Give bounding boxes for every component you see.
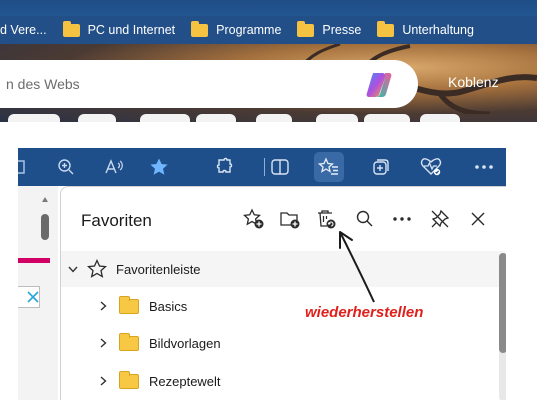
favorites-list-icon[interactable] — [314, 152, 344, 182]
browser-essentials-icon[interactable] — [416, 152, 446, 182]
tree-item-label: Bildvorlagen — [149, 335, 221, 351]
tile-stub — [196, 114, 236, 122]
zoom-in-icon[interactable] — [51, 152, 81, 182]
search-input[interactable]: n des Webs — [0, 60, 418, 108]
tree-item-bildvorlagen[interactable]: Bildvorlagen — [61, 325, 506, 361]
favorites-star-icon[interactable] — [144, 152, 174, 182]
search-input-text: n des Webs — [6, 76, 80, 92]
favorites-bar-item-label: d Vere... — [0, 23, 47, 37]
tile-stub — [256, 114, 292, 122]
favorites-panel-screenshot: Favoriten Favoritenleiste Basics Bildvor… — [18, 148, 506, 400]
tile-stub — [78, 114, 116, 122]
tile-row-edge — [0, 114, 537, 122]
chevron-right-icon[interactable] — [97, 375, 109, 387]
tile-stub — [316, 114, 358, 122]
chevron-right-icon[interactable] — [97, 337, 109, 349]
tree-item-label: Favoritenleiste — [116, 261, 201, 277]
browser-header-screenshot: d Vere... PC und Internet Programme Pres… — [0, 0, 537, 122]
folder-icon — [377, 20, 395, 37]
folder-icon — [62, 20, 80, 37]
collections-icon[interactable] — [366, 152, 396, 182]
favorites-panel: Favoriten Favoritenleiste Basics Bildvor… — [60, 186, 506, 400]
close-icon[interactable] — [464, 205, 492, 233]
favorites-bar-item-label: Programme — [216, 23, 282, 37]
folder-icon — [119, 370, 139, 389]
split-screen-icon[interactable] — [265, 152, 295, 182]
tree-item-basics[interactable]: Basics — [61, 288, 506, 324]
folder-icon — [191, 20, 209, 37]
tree-item-label: Rezeptewelt — [149, 373, 221, 389]
page-scrollbar[interactable] — [40, 194, 50, 400]
favorites-bar-item[interactable]: Presse — [289, 16, 369, 44]
tree-item-label: Basics — [149, 298, 188, 314]
tile-stub — [8, 114, 60, 122]
add-favorite-icon[interactable] — [240, 205, 268, 233]
unpin-icon[interactable] — [426, 205, 454, 233]
annotation-label: wiederherstellen — [305, 304, 424, 321]
favorites-bar-item[interactable]: Programme — [183, 16, 289, 44]
folder-icon — [119, 332, 139, 351]
more-icon[interactable] — [469, 152, 499, 182]
close-icon[interactable] — [26, 290, 40, 304]
panel-scrollbar-thumb[interactable] — [499, 253, 506, 353]
favorites-bar-item[interactable]: d Vere... — [0, 16, 55, 44]
favorites-bar: d Vere... PC und Internet Programme Pres… — [0, 16, 537, 44]
favorites-bar-item-label: PC und Internet — [87, 23, 176, 37]
folder-icon — [297, 20, 315, 37]
favorites-bar-item-label: Presse — [322, 23, 362, 37]
browser-toolbar — [18, 148, 506, 186]
chevron-right-icon[interactable] — [97, 300, 109, 312]
page-accent-bar — [18, 258, 50, 263]
weather-location[interactable]: Koblenz — [448, 74, 499, 90]
tile-stub — [140, 114, 190, 122]
tile-stub — [364, 114, 410, 122]
extensions-icon[interactable] — [210, 152, 240, 182]
tree-item-favoritenleiste[interactable]: Favoritenleiste — [61, 251, 506, 287]
folder-icon — [119, 295, 139, 314]
favorites-bar-item[interactable]: Unterhaltung — [369, 16, 482, 44]
panel-title: Favoriten — [81, 211, 152, 230]
favorites-bar-item[interactable]: PC und Internet — [55, 16, 184, 44]
star-outline-icon — [87, 259, 107, 278]
add-folder-icon[interactable] — [276, 205, 304, 233]
copilot-icon[interactable] — [364, 70, 394, 100]
tree-item-rezeptewelt[interactable]: Rezeptewelt — [61, 363, 506, 399]
tab-icon — [18, 160, 25, 174]
chevron-down-icon[interactable] — [67, 263, 79, 275]
read-aloud-icon[interactable] — [99, 152, 129, 182]
favorites-bar-item-label: Unterhaltung — [402, 23, 474, 37]
annotation-arrow — [339, 231, 375, 303]
tile-stub — [420, 114, 460, 122]
